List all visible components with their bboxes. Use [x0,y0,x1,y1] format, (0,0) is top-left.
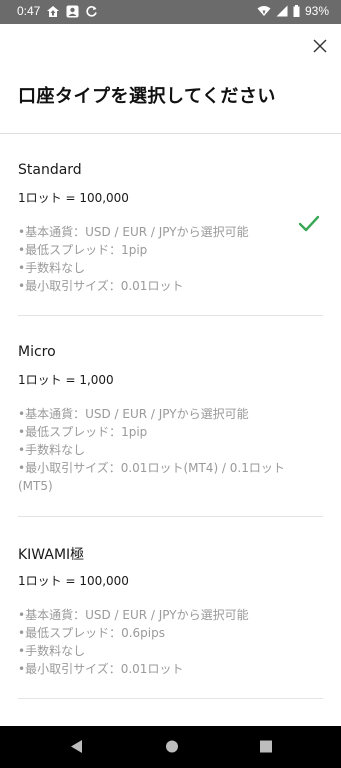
close-button[interactable] [310,36,330,56]
home-button[interactable] [165,739,179,758]
account-name: Standard [18,162,82,178]
status-bar: 0:47 93% [0,0,341,24]
feature-item: •基本通貨：USD / EUR / JPYから選択可能 [18,608,249,622]
status-right: 93% [257,4,329,18]
account-lot: 1ロット = 100,000 [18,574,129,588]
feature-item: •最小取引サイズ：0.01ロット(MT4) / 0.1ロット(MT5) [18,461,285,493]
feature-item: •手数料なし [18,644,86,658]
feature-item: •最低スプレッド：1pip [18,243,148,257]
close-icon [313,39,327,53]
account-lot: 1ロット = 100,000 [18,191,129,205]
recents-icon [260,740,272,753]
check-icon [298,215,320,232]
feature-item: •手数料なし [18,443,86,457]
page-title: 口座タイプを選択してください [18,86,276,107]
feature-list: •基本通貨：USD / EUR / JPYから選択可能 •最低スプレッド：1pi… [18,405,290,495]
status-time: 0:47 [17,4,41,18]
sync-icon [85,5,98,18]
back-button[interactable] [70,739,84,758]
account-option-kiwami[interactable]: KIWAMI極 1ロット = 100,000 •基本通貨：USD / EUR /… [0,517,341,699]
feature-item: •基本通貨：USD / EUR / JPYから選択可能 [18,225,249,239]
status-left: 0:47 [17,4,98,18]
account-name: Micro [18,344,56,360]
feature-item: •基本通貨：USD / EUR / JPYから選択可能 [18,407,249,421]
account-option-micro[interactable]: Micro 1ロット = 1,000 •基本通貨：USD / EUR / JPY… [0,316,341,517]
account-option-standard[interactable]: Standard 1ロット = 100,000 •基本通貨：USD / EUR … [0,134,341,316]
feature-item: •最低スプレッド：0.6pips [18,626,165,640]
feature-list: •基本通貨：USD / EUR / JPYから選択可能 •最低スプレッド：0.6… [18,606,290,678]
account-lot: 1ロット = 1,000 [18,373,114,387]
signal-icon [276,5,288,17]
account-name: KIWAMI極 [18,547,85,563]
back-icon [71,740,82,753]
wifi-icon [257,5,271,17]
battery-icon [293,5,300,17]
option-divider [18,698,323,699]
feature-item: •最小取引サイズ：0.01ロット [18,662,184,676]
nav-bar [0,726,341,768]
feature-list: •基本通貨：USD / EUR / JPYから選択可能 •最低スプレッド：1pi… [18,223,290,295]
battery-percent: 93% [304,4,329,18]
home-upload-icon [46,5,60,18]
feature-item: •最小取引サイズ：0.01ロット [18,279,184,293]
home-icon [166,740,178,753]
feature-item: •手数料なし [18,261,86,275]
feature-item: •最低スプレッド：1pip [18,425,148,439]
account-icon [66,5,79,18]
recents-button[interactable] [259,739,273,758]
